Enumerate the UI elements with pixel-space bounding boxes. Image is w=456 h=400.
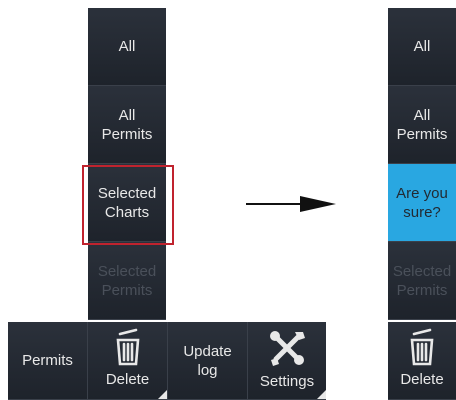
selected-charts-highlight (82, 165, 174, 245)
right-menu-item-selected-permits-label-2: Permits (396, 281, 448, 299)
menu-item-all-permits-label-1: All (118, 106, 136, 124)
right-delete-button[interactable]: Delete (388, 322, 456, 400)
right-menu-item-all-permits-label-1: All (413, 106, 431, 124)
permits-button-label: Permits (22, 352, 73, 369)
right-menu-item-selected-permits-label-1: Selected (392, 262, 452, 280)
delete-button[interactable]: Delete (88, 322, 168, 400)
menu-item-all-permits-label-2: Permits (101, 125, 153, 143)
transition-arrow-line (246, 203, 308, 205)
update-log-button[interactable]: Update log (168, 322, 248, 400)
right-menu-item-selected-permits: Selected Permits (388, 242, 456, 320)
trash-icon (410, 328, 434, 366)
confirm-delete-label-2: sure? (403, 203, 441, 221)
update-log-label-2: log (197, 361, 218, 379)
menu-item-all-label: All (118, 38, 136, 55)
menu-item-all[interactable]: All (88, 8, 166, 86)
confirm-delete-button[interactable]: Are you sure? (388, 164, 456, 242)
settings-button-label: Settings (259, 373, 315, 390)
update-log-label-1: Update (183, 342, 232, 360)
right-menu-item-all-label: All (413, 38, 431, 55)
menu-item-selected-permits-label-1: Selected (97, 262, 157, 280)
right-menu-item-all[interactable]: All (388, 8, 456, 86)
menu-item-all-permits[interactable]: All Permits (88, 86, 166, 164)
right-delete-button-label: Delete (400, 371, 444, 388)
right-menu-item-all-permits[interactable]: All Permits (388, 86, 456, 164)
right-menu-item-all-permits-label-2: Permits (396, 125, 448, 143)
menu-item-selected-permits: Selected Permits (88, 242, 166, 320)
trash-icon (116, 328, 139, 366)
permits-button[interactable]: Permits (8, 322, 88, 400)
transition-arrow-icon (300, 196, 336, 212)
menu-item-selected-permits-label-2: Permits (101, 281, 153, 299)
settings-button[interactable]: Settings (248, 322, 326, 400)
confirm-delete-label-1: Are you (396, 184, 448, 202)
tools-icon (270, 331, 305, 366)
delete-button-label: Delete (105, 371, 150, 388)
